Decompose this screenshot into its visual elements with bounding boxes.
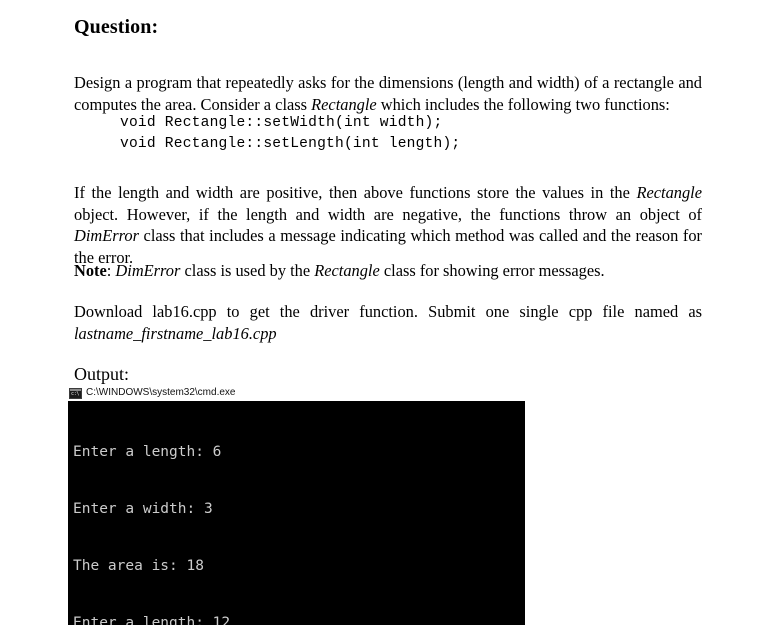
console-line: The area is: 18 xyxy=(73,558,204,574)
paragraph-text-cont: class is used by the xyxy=(180,261,315,280)
emphasis-dimerror: DimError xyxy=(115,261,181,280)
paragraph-problem-statement: Design a program that repeatedly asks fo… xyxy=(74,72,702,115)
console-window: C:\WINDOWS\system32\cmd.exe Enter a leng… xyxy=(68,385,525,625)
emphasis-rectangle: Rectangle xyxy=(311,94,377,114)
console-line: Enter a length: 6 xyxy=(73,444,222,460)
code-line: void Rectangle::setLength(int length); xyxy=(120,136,461,152)
paragraph-text-end: class for showing error messages. xyxy=(379,261,605,280)
console-title-text: C:\WINDOWS\system32\cmd.exe xyxy=(86,387,236,398)
emphasis-dimerror: DimError xyxy=(74,226,139,245)
note-label: Note xyxy=(74,261,107,280)
paragraph-text-cont: object. However, if the length and width… xyxy=(74,204,702,224)
code-snippet: void Rectangle::setWidth(int width);void… xyxy=(120,113,460,155)
console-line: Enter a length: 12 xyxy=(73,615,231,625)
page-title: Question: xyxy=(74,16,159,38)
document-page: Question: Design a program that repeated… xyxy=(0,0,774,641)
paragraph-text: If the length and width are positive, th… xyxy=(74,183,637,202)
paragraph-behavior: If the length and width are positive, th… xyxy=(74,182,702,268)
code-line: void Rectangle::setWidth(int width); xyxy=(120,115,443,131)
cmd-icon xyxy=(69,387,82,399)
paragraph-text: Download lab16.cpp to get the driver fun… xyxy=(74,302,702,321)
console-titlebar: C:\WINDOWS\system32\cmd.exe xyxy=(68,385,525,401)
output-heading: Output: xyxy=(74,364,130,384)
paragraph-text-cont: which includes the following two functio… xyxy=(376,94,670,114)
console-output: Enter a length: 6 Enter a width: 3 The a… xyxy=(68,401,525,625)
emphasis-filename: lastname_firstname_lab16.cpp xyxy=(74,323,277,343)
paragraph-note: Note: DimError class is used by the Rect… xyxy=(74,260,702,282)
emphasis-rectangle: Rectangle xyxy=(636,183,702,202)
paragraph-submission: Download lab16.cpp to get the driver fun… xyxy=(74,301,702,344)
emphasis-rectangle: Rectangle xyxy=(314,261,380,280)
console-line: Enter a width: 3 xyxy=(73,501,213,517)
